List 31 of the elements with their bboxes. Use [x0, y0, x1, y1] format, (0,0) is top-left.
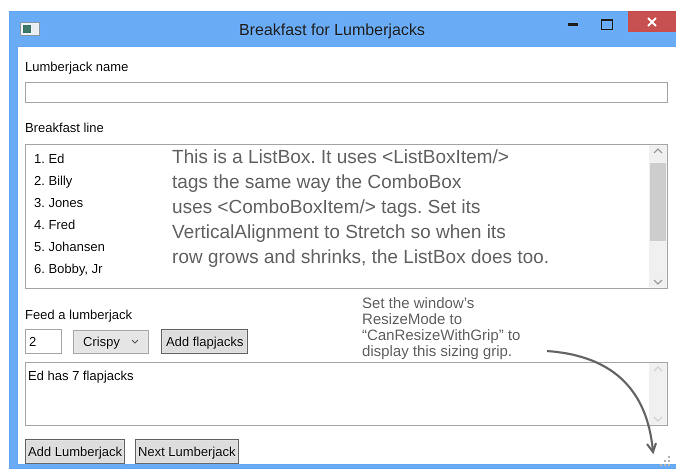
sizing-grip-icon[interactable]: [658, 454, 670, 466]
quantity-field[interactable]: 2: [25, 329, 62, 354]
list-item[interactable]: 1. Ed: [34, 150, 64, 168]
add-flapjacks-button[interactable]: Add flapjacks: [161, 329, 248, 354]
scrollbar[interactable]: [649, 144, 667, 288]
minimize-icon: [568, 22, 578, 26]
action-button[interactable]: Add Lumberjack: [25, 439, 125, 464]
maximize-icon: [601, 18, 613, 30]
action-button[interactable]: Next Lumberjack: [134, 439, 238, 464]
close-icon: [647, 16, 657, 26]
list-item[interactable]: 6. Bobby, Jr: [34, 260, 102, 278]
window-title: Breakfast for Lumberjacks: [239, 21, 425, 41]
field-label: Feed a lumberjack: [25, 306, 132, 324]
list-item[interactable]: 2. Billy: [34, 172, 72, 190]
output-box[interactable]: Ed has 7 flapjacks: [25, 362, 668, 426]
field-label: Breakfast line: [25, 119, 104, 137]
list-box[interactable]: [25, 144, 668, 288]
list-item[interactable]: 5. Johansen: [34, 238, 105, 256]
app-icon: [20, 22, 40, 36]
close-button[interactable]: [628, 11, 676, 32]
field-label: Lumberjack name: [25, 58, 128, 76]
output-text: Ed has 7 flapjacks: [27, 367, 134, 385]
caret-icon: [131, 339, 139, 344]
style-dropdown[interactable]: Crispy: [73, 330, 149, 354]
input-field[interactable]: [25, 82, 668, 103]
list-item[interactable]: 4. Fred: [34, 216, 76, 234]
annotation-text: This is a ListBox. It uses <ListBoxItem/> tags the same way the ComboBox uses <ComboBoxItem/> tags. Set its VerticalAlignment to Stretch so when its row grows and shrinks, the ListBox does too.: [172, 146, 550, 270]
scrollbar-thumb[interactable]: [650, 162, 666, 240]
annotation-text: Set the window’s ResizeMode to “CanResizeWithGrip” to display this sizing grip.: [362, 296, 520, 360]
scrollbar[interactable]: [649, 363, 667, 425]
list-item[interactable]: 3. Jones: [34, 194, 84, 212]
